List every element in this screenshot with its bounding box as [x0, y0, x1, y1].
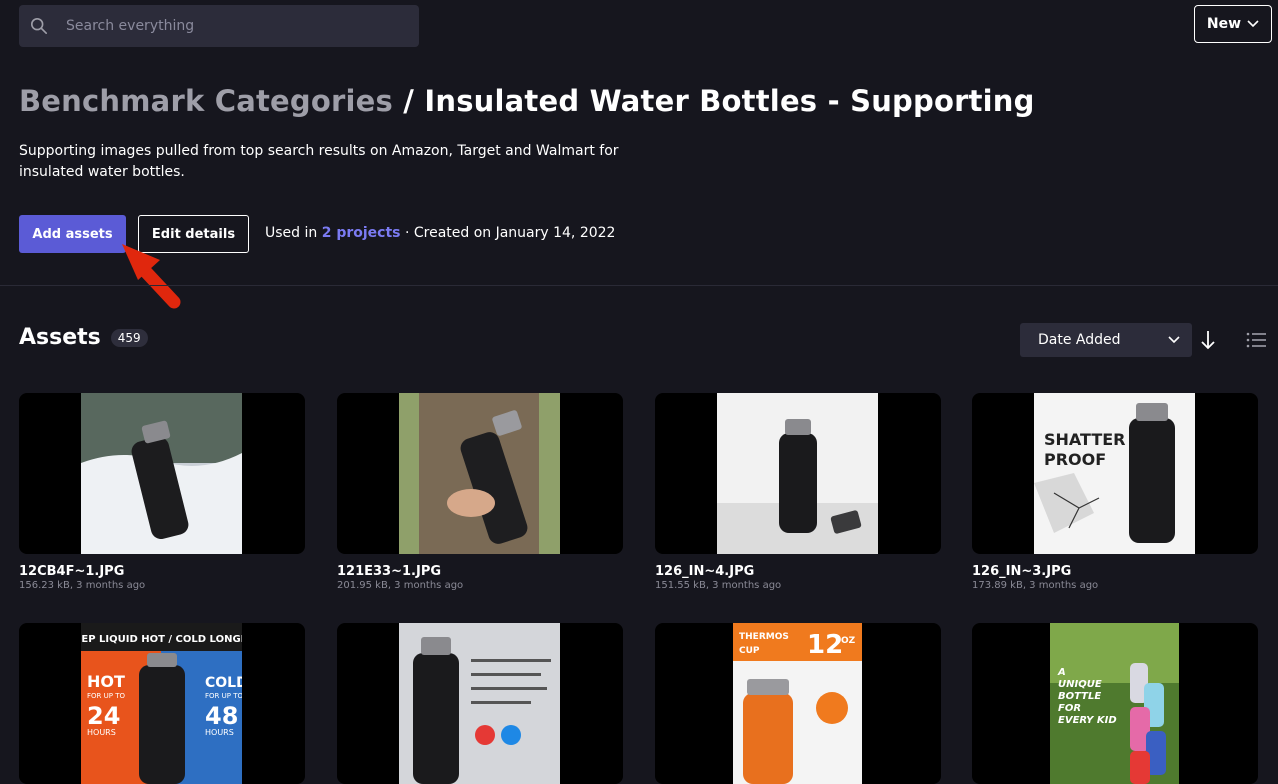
cup-text: CUP: [739, 646, 760, 656]
asset-card[interactable]: 121E33~1.JPG 201.95 kB, 3 months ago: [337, 393, 623, 591]
breadcrumb-parent[interactable]: Benchmark Categories: [19, 84, 393, 118]
asset-card[interactable]: KEEP LIQUID HOT / COLD LONGER HOT FOR UP…: [19, 623, 305, 784]
search-icon: [30, 17, 48, 35]
new-button-label: New: [1206, 16, 1242, 32]
collection-description: Supporting images pulled from top search…: [19, 143, 619, 180]
unique-text-2: UNIQUE: [1058, 679, 1102, 690]
shatter-proof-image: SHATTER PROOF: [1034, 393, 1195, 554]
oz-text: OZ: [841, 636, 856, 646]
cold-hours-number: 48: [205, 702, 238, 730]
sort-select[interactable]: Date Added: [1020, 323, 1192, 357]
asset-thumbnail[interactable]: THERMOS CUP 12 OZ: [655, 623, 941, 784]
add-assets-button[interactable]: Add assets: [19, 215, 126, 253]
assets-heading: Assets 459: [19, 325, 148, 350]
bottle-with-phone-image: [717, 393, 878, 554]
cold-hours-unit: HOURS: [205, 728, 234, 737]
asset-card[interactable]: [337, 623, 623, 784]
shatter-text: SHATTER: [1044, 430, 1126, 449]
breadcrumb-separator: /: [392, 84, 425, 118]
unique-text-4: FOR: [1058, 703, 1081, 714]
search-input[interactable]: [64, 17, 384, 35]
unique-text-5: EVERY KID: [1058, 715, 1117, 726]
breadcrumb-current: Insulated Water Bottles - Supporting: [424, 84, 1035, 118]
asset-info: 173.89 kB, 3 months ago: [972, 580, 1099, 591]
collection-meta: Used in 2 projects · Created on January …: [265, 225, 615, 241]
bottle-features-image: [399, 623, 560, 784]
asset-info: 151.55 kB, 3 months ago: [655, 580, 782, 591]
asset-name: 121E33~1.JPG: [337, 564, 442, 579]
created-date: · Created on January 14, 2022: [400, 225, 616, 241]
asset-thumbnail[interactable]: [337, 393, 623, 554]
section-divider: [0, 285, 1278, 286]
hot-text: HOT: [87, 672, 125, 691]
proof-text: PROOF: [1044, 450, 1106, 469]
cold-text: COLD: [205, 675, 242, 691]
asset-thumbnail[interactable]: A UNIQUE BOTTLE FOR EVERY KID: [972, 623, 1258, 784]
page-title: Benchmark Categories / Insulated Water B…: [19, 84, 1035, 118]
asset-name: 126_IN~4.JPG: [655, 564, 755, 579]
hand-holding-bottle-image: [399, 393, 560, 554]
sort-select-value: Date Added: [1038, 332, 1121, 348]
asset-thumbnail[interactable]: [337, 623, 623, 784]
thermos-cup-image: THERMOS CUP 12 OZ: [733, 623, 862, 784]
cold-for-up-to-text: FOR UP TO: [205, 692, 242, 700]
chevron-down-icon: [1168, 336, 1180, 344]
used-in-prefix: Used in: [265, 225, 322, 241]
annotation-arrow-icon: [122, 244, 181, 309]
list-view-icon[interactable]: [1244, 330, 1268, 350]
unique-text-3: BOTTLE: [1058, 691, 1101, 702]
assets-count-badge: 459: [110, 329, 148, 347]
search-box[interactable]: [19, 5, 419, 47]
oz-number-text: 12: [807, 630, 843, 660]
unique-text-1: A: [1057, 667, 1066, 678]
new-button[interactable]: New: [1194, 5, 1272, 43]
asset-card[interactable]: SHATTER PROOF 126_IN~3.JPG 173.89 kB, 3 …: [972, 393, 1258, 591]
asset-card[interactable]: A UNIQUE BOTTLE FOR EVERY KID: [972, 623, 1258, 784]
projects-link[interactable]: 2 projects: [322, 225, 401, 241]
chevron-down-icon: [1247, 20, 1259, 28]
hot-hours-unit: HOURS: [87, 728, 116, 737]
asset-name: 126_IN~3.JPG: [972, 564, 1072, 579]
asset-card[interactable]: THERMOS CUP 12 OZ: [655, 623, 941, 784]
asset-thumbnail[interactable]: KEEP LIQUID HOT / COLD LONGER HOT FOR UP…: [19, 623, 305, 784]
asset-thumbnail[interactable]: [19, 393, 305, 554]
keep-liquid-text: KEEP LIQUID HOT / COLD LONGER: [81, 634, 242, 645]
asset-info: 201.95 kB, 3 months ago: [337, 580, 464, 591]
kid-bottle-image: A UNIQUE BOTTLE FOR EVERY KID: [1050, 623, 1179, 784]
assets-title: Assets: [19, 325, 101, 350]
asset-card[interactable]: 12CB4F~1.JPG 156.23 kB, 3 months ago: [19, 393, 305, 591]
hot-hours-number: 24: [87, 702, 120, 730]
top-bar: New: [0, 0, 1278, 52]
asset-card[interactable]: 126_IN~4.JPG 151.55 kB, 3 months ago: [655, 393, 941, 591]
hot-for-up-to-text: FOR UP TO: [87, 692, 125, 700]
asset-thumbnail[interactable]: [655, 393, 941, 554]
asset-thumbnail[interactable]: SHATTER PROOF: [972, 393, 1258, 554]
thermos-text: THERMOS: [739, 632, 789, 642]
sort-direction-icon[interactable]: [1198, 328, 1218, 352]
asset-info: 156.23 kB, 3 months ago: [19, 580, 146, 591]
bottle-in-snow-image: [81, 393, 242, 554]
hot-cold-bottle-image: KEEP LIQUID HOT / COLD LONGER HOT FOR UP…: [81, 623, 242, 784]
asset-name: 12CB4F~1.JPG: [19, 564, 125, 579]
